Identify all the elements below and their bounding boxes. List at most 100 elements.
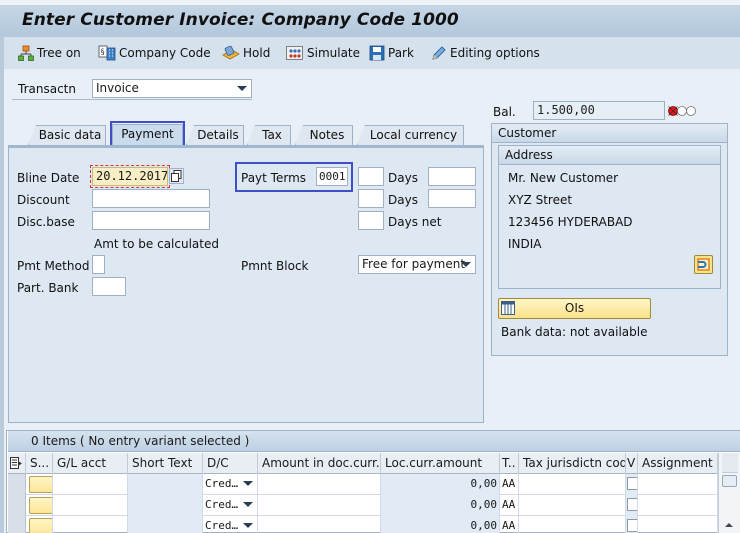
dc-select[interactable]: Cred…: [203, 474, 258, 495]
col-assignment[interactable]: Assignment: [638, 453, 718, 474]
tax-jurisdiction-cell[interactable]: [519, 495, 626, 516]
status-cell[interactable]: [26, 495, 53, 516]
tax-code-cell[interactable]: AA: [500, 516, 519, 533]
v-checkbox-cell[interactable]: [626, 474, 638, 495]
days1-field[interactable]: [358, 167, 384, 186]
save-disk-icon: [369, 45, 385, 61]
table-row[interactable]: Cred… 0,00 AA: [8, 474, 718, 495]
park-button[interactable]: Park: [369, 44, 414, 62]
payt-terms-field[interactable]: 0001: [316, 167, 348, 186]
tree-icon: [18, 45, 34, 61]
tax-code-cell[interactable]: AA: [500, 474, 519, 495]
discount-field[interactable]: [92, 189, 210, 208]
table-row[interactable]: Cred… 0,00 AA: [8, 516, 718, 533]
gl-acct-cell[interactable]: [53, 516, 128, 533]
amount-loc-cell: 0,00: [381, 474, 500, 495]
gl-acct-cell[interactable]: [53, 495, 128, 516]
address-edit-icon[interactable]: [694, 255, 713, 274]
pmt-method-field[interactable]: [92, 255, 105, 274]
v-checkbox[interactable]: [627, 519, 637, 532]
tab-details[interactable]: Details: [186, 125, 244, 145]
tax-code-cell[interactable]: AA: [500, 495, 519, 516]
row-selector[interactable]: [8, 474, 26, 495]
simulate-button[interactable]: Simulate: [286, 44, 360, 62]
assignment-cell[interactable]: [638, 516, 718, 533]
col-short-text[interactable]: Short Text: [128, 453, 203, 474]
status-cell[interactable]: [26, 516, 53, 533]
dc-select[interactable]: Cred…: [203, 495, 258, 516]
items-grid-scrollbar[interactable]: [718, 453, 740, 533]
amount-doc-cell[interactable]: [258, 516, 381, 533]
tax-jurisdiction-cell[interactable]: [519, 516, 626, 533]
v-checkbox[interactable]: [627, 498, 637, 511]
status-cell[interactable]: [26, 474, 53, 495]
transaction-select[interactable]: Invoice: [92, 79, 252, 98]
col-loc-amount[interactable]: Loc.curr.amount: [381, 453, 500, 474]
v-checkbox[interactable]: [627, 477, 637, 490]
open-items-button[interactable]: OIs: [498, 298, 651, 319]
table-row[interactable]: Cred… 0,00 AA: [8, 495, 718, 516]
tab-basic-data[interactable]: Basic data: [28, 125, 106, 145]
scroll-thumb[interactable]: [722, 475, 737, 487]
col-amount-doc[interactable]: Amount in doc.curr.: [258, 453, 381, 474]
tab-basic-data-label: Basic data: [38, 128, 102, 142]
scroll-up-icon[interactable]: [725, 523, 733, 527]
tree-on-button[interactable]: Tree on: [18, 44, 81, 62]
dc-select-text: Cred…: [205, 519, 239, 532]
hold-label: Hold: [243, 46, 271, 60]
assignment-cell[interactable]: [638, 495, 718, 516]
address-line-city: 123456 HYDERABAD: [508, 215, 633, 229]
pmnt-block-select[interactable]: Free for payment: [358, 255, 476, 274]
percent1-field[interactable]: [428, 167, 476, 186]
days2-label: Days: [388, 193, 418, 207]
status-indicator[interactable]: [29, 497, 52, 514]
col-gl-acct[interactable]: G/L acct: [53, 453, 128, 474]
col-dc[interactable]: D/C: [203, 453, 258, 474]
row-selector[interactable]: [8, 516, 26, 533]
col-v[interactable]: V: [626, 453, 638, 474]
dc-select[interactable]: Cred…: [203, 516, 258, 533]
gl-acct-cell[interactable]: [53, 474, 128, 495]
chevron-down-icon: [243, 523, 253, 528]
status-indicator[interactable]: [29, 518, 52, 533]
hold-button[interactable]: Hold: [222, 44, 270, 62]
v-checkbox-cell[interactable]: [626, 495, 638, 516]
tax-jurisdiction-cell[interactable]: [519, 474, 626, 495]
amount-doc-cell[interactable]: [258, 474, 381, 495]
select-all-icon[interactable]: [8, 453, 26, 474]
chevron-down-icon: [461, 262, 471, 267]
balance-label: Bal.: [493, 105, 516, 119]
tab-notes[interactable]: Notes: [295, 125, 353, 145]
tab-local-currency[interactable]: Local currency: [357, 125, 464, 145]
window-title: Enter Customer Invoice: Company Code 100…: [22, 10, 459, 30]
col-status[interactable]: S...: [26, 453, 53, 474]
address-line-name: Mr. New Customer: [508, 171, 619, 185]
status-indicator[interactable]: [29, 476, 52, 493]
editing-options-button[interactable]: Editing options: [431, 44, 540, 62]
disc-base-field[interactable]: [92, 211, 210, 230]
tab-notes-label: Notes: [309, 128, 345, 142]
v-checkbox-cell[interactable]: [626, 516, 638, 533]
scroll-corner: [722, 453, 738, 473]
col-tax-jurisdiction[interactable]: Tax jurisdictn code: [519, 453, 626, 474]
days-net-field[interactable]: [358, 211, 384, 230]
assignment-cell[interactable]: [638, 474, 718, 495]
disc-base-label: Disc.base: [17, 215, 75, 229]
payt-terms-label: Payt Terms: [241, 171, 307, 185]
tab-tax-label: Tax: [262, 128, 282, 142]
tax-code-cell-text: AA: [502, 477, 516, 490]
amount-doc-cell[interactable]: [258, 495, 381, 516]
bline-date-field[interactable]: 20.12.2017: [90, 165, 170, 188]
company-code-button[interactable]: § Company Code: [98, 44, 211, 62]
calendar-help-icon[interactable]: [169, 168, 184, 184]
table-icon: [501, 301, 515, 321]
part-bank-field[interactable]: [92, 277, 126, 296]
col-tax[interactable]: T..: [500, 453, 519, 474]
park-label: Park: [388, 46, 414, 60]
tab-payment[interactable]: Payment: [112, 124, 183, 146]
tab-local-currency-label: Local currency: [369, 128, 458, 142]
days2-field[interactable]: [358, 189, 384, 208]
dc-select-text: Cred…: [205, 498, 239, 511]
row-selector[interactable]: [8, 495, 26, 516]
percent2-field[interactable]: [428, 189, 476, 208]
